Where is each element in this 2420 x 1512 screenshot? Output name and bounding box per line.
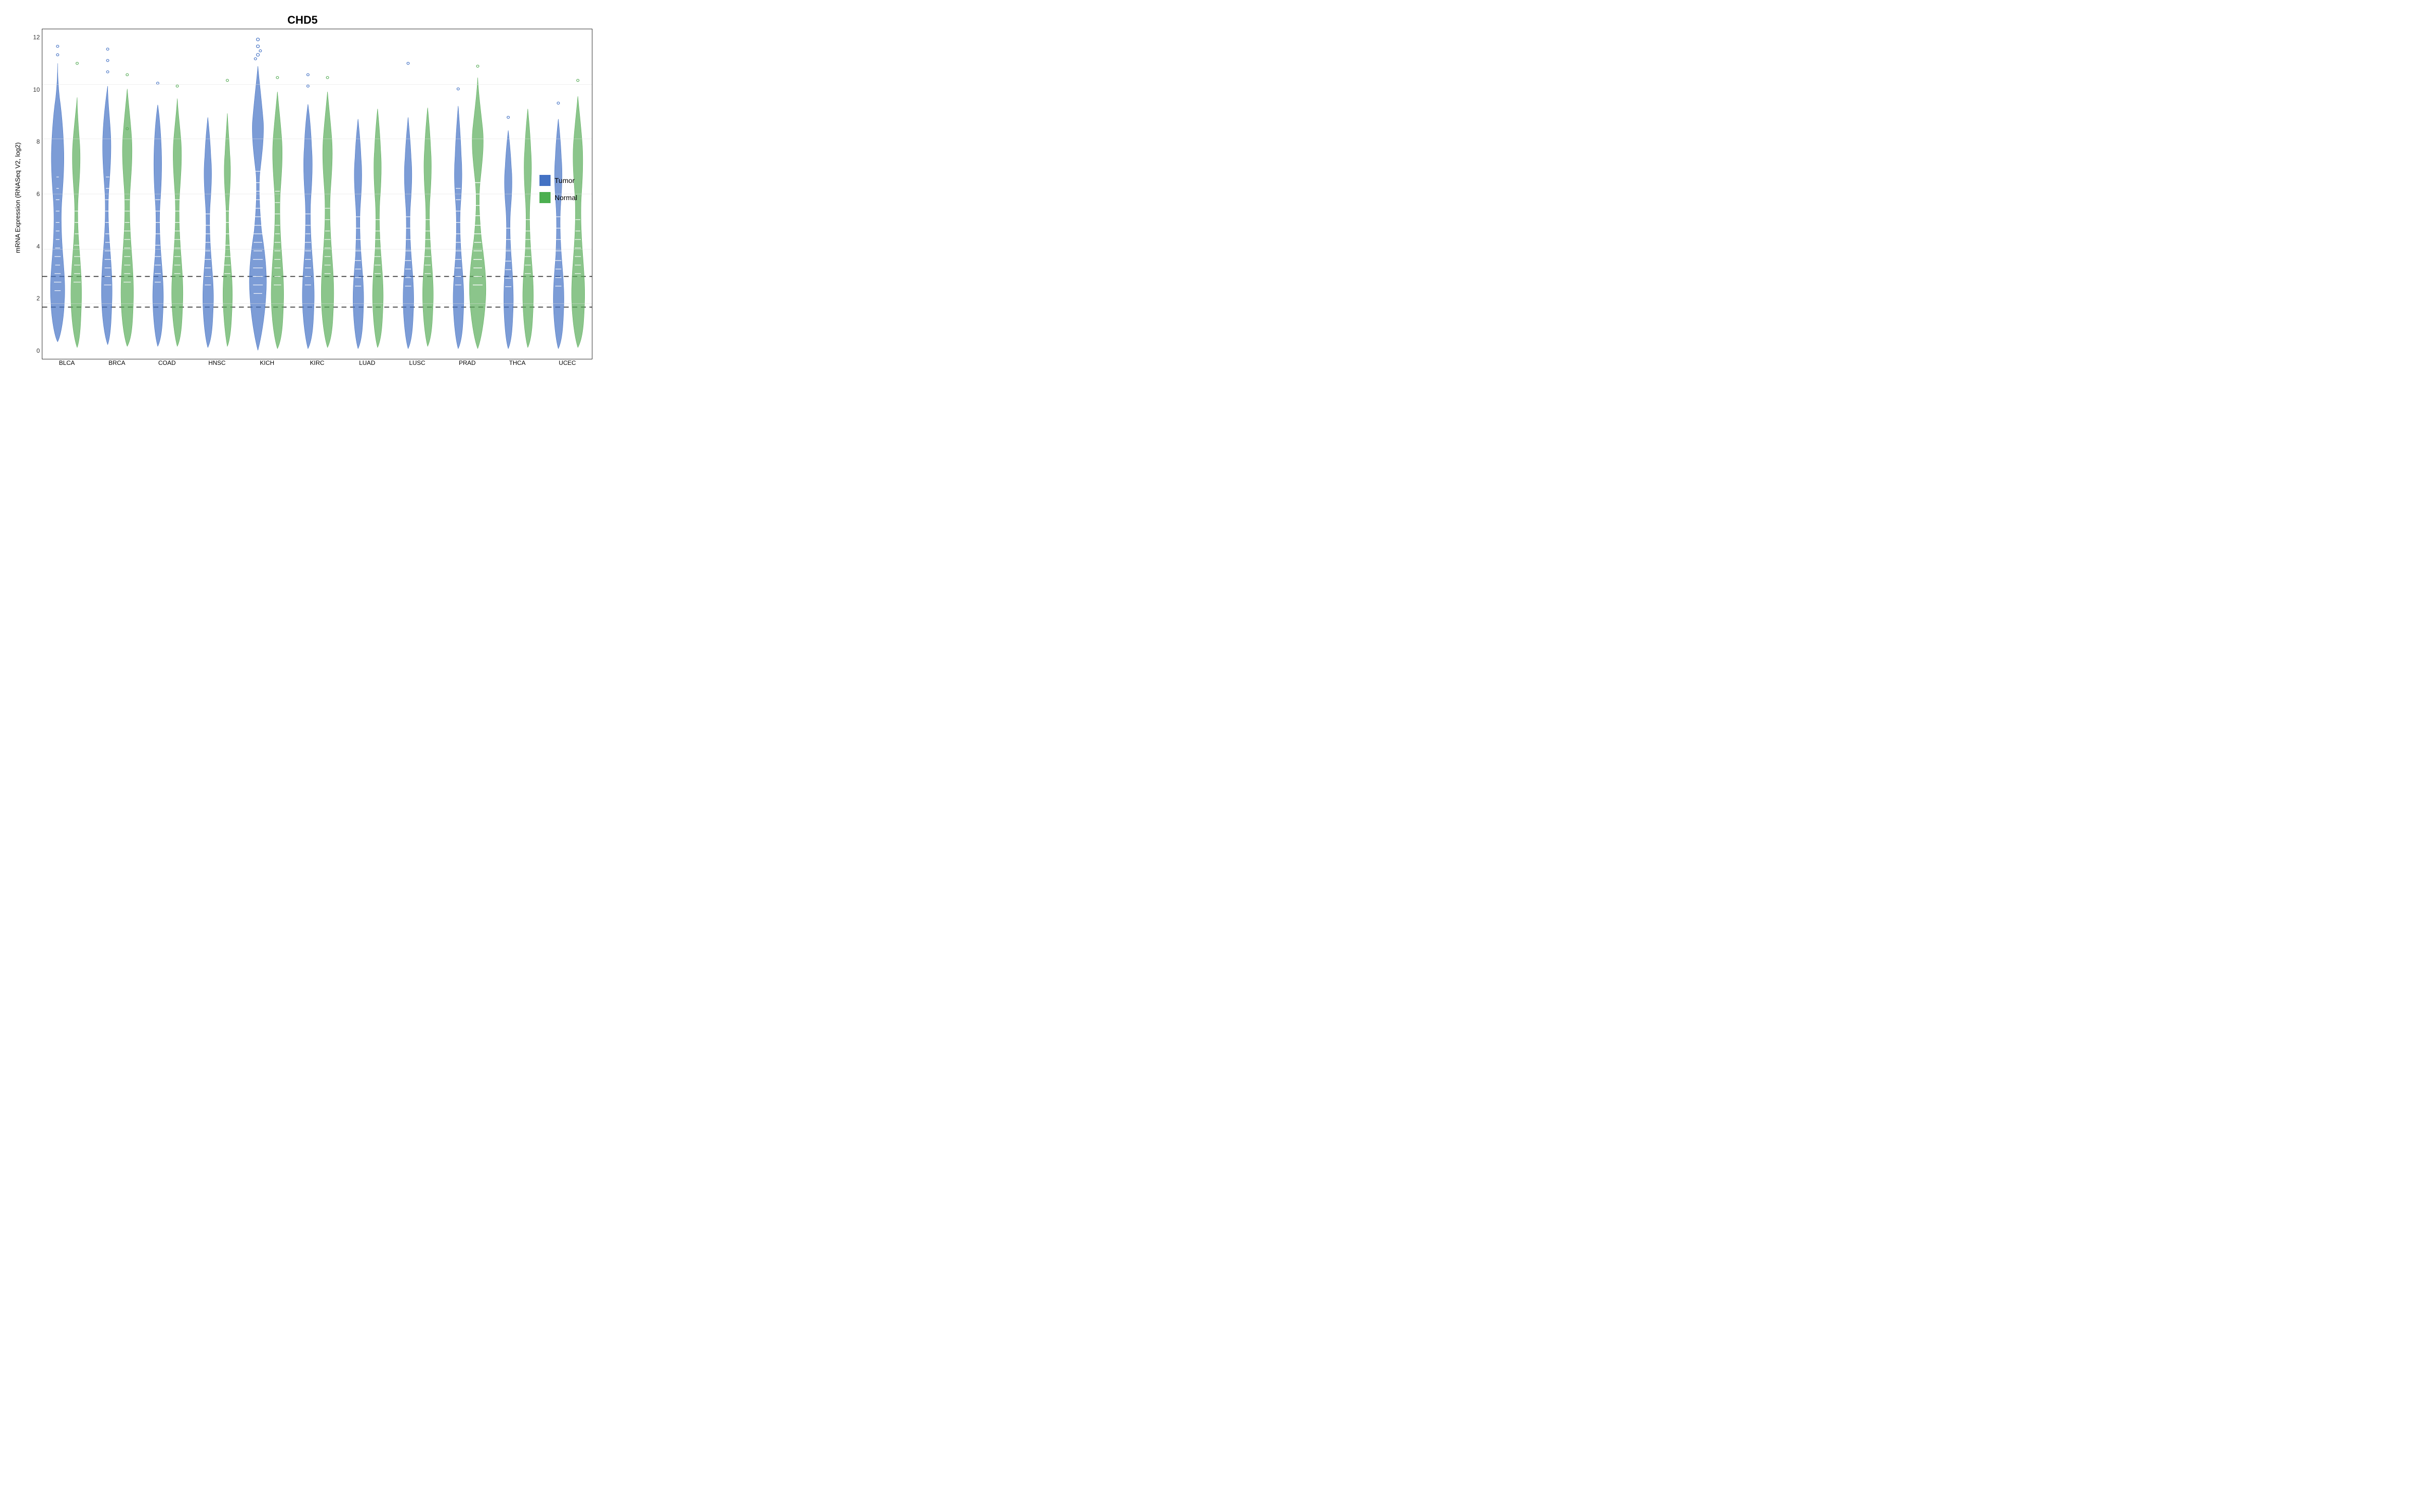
x-axis-label: HNSC [192,359,242,366]
violin-hnsc-tumor [203,117,213,348]
legend-item: Tumor [539,175,577,186]
violin-prad-normal [469,65,486,349]
violin-coad-normal [172,85,183,347]
plot-area [42,29,592,359]
x-axis-label: BLCA [42,359,92,366]
legend-color-box [539,175,551,186]
legend-item: Normal [539,192,577,203]
y-ticks: 12 10 8 6 4 2 0 [24,29,42,359]
x-axis-label: PRAD [442,359,492,366]
chart-title: CHD5 [13,8,592,29]
violin-hnsc-normal [223,79,232,346]
y-tick: 0 [36,347,40,354]
y-tick: 2 [36,295,40,302]
x-axis-label: BRCA [92,359,142,366]
plot-with-yaxis: 12 10 8 6 4 2 0 [24,29,592,359]
chart-area: mRNA Expression (RNASeq V2, log2) 12 10 8 6… [13,29,592,366]
violin-lusc-normal [422,108,433,347]
violin-prad-tumor [453,88,464,349]
y-tick: 4 [36,243,40,250]
violin-kich-normal [271,77,284,349]
x-axis-label: KICH [242,359,292,366]
violin-luad-normal [373,109,383,348]
legend: Tumor Normal [539,175,577,203]
violin-kirc-normal [321,77,334,348]
x-labels: BLCABRCACOADHNSCKICHKIRCLUADLUSCPRADTHCA… [24,359,592,366]
x-axis-label: LUAD [342,359,392,366]
y-axis-label: mRNA Expression (RNASeq V2, log2) [13,29,24,366]
violin-lusc-tumor [403,62,414,348]
violin-luad-tumor [353,119,364,349]
violin-brca-tumor [101,48,112,345]
y-tick: 6 [36,191,40,198]
violin-coad-tumor [153,82,163,346]
violin-blca-normal [71,62,82,347]
x-axis-label: LUSC [392,359,442,366]
x-axis-label: COAD [142,359,192,366]
plot-and-x: 12 10 8 6 4 2 0 [24,29,592,366]
legend-label: Normal [555,194,577,202]
legend-color-box [539,192,551,203]
violin-blca-tumor [50,45,65,342]
y-tick: 10 [33,86,40,93]
legend-label: Tumor [555,176,575,184]
x-axis-label: UCEC [542,359,592,366]
violin-ucec-normal [572,79,585,347]
violin-thca-tumor [504,116,513,349]
x-axis-label: THCA [492,359,542,366]
chart-container: CHD5 mRNA Expression (RNASeq V2, log2) 1… [13,8,592,370]
y-tick: 8 [36,138,40,145]
x-axis-label: KIRC [292,359,342,366]
violin-brca-normal [121,74,134,346]
plot-svg [42,29,592,359]
violin-kirc-tumor [302,74,314,349]
y-tick: 12 [33,34,40,41]
violin-thca-normal [523,109,533,348]
